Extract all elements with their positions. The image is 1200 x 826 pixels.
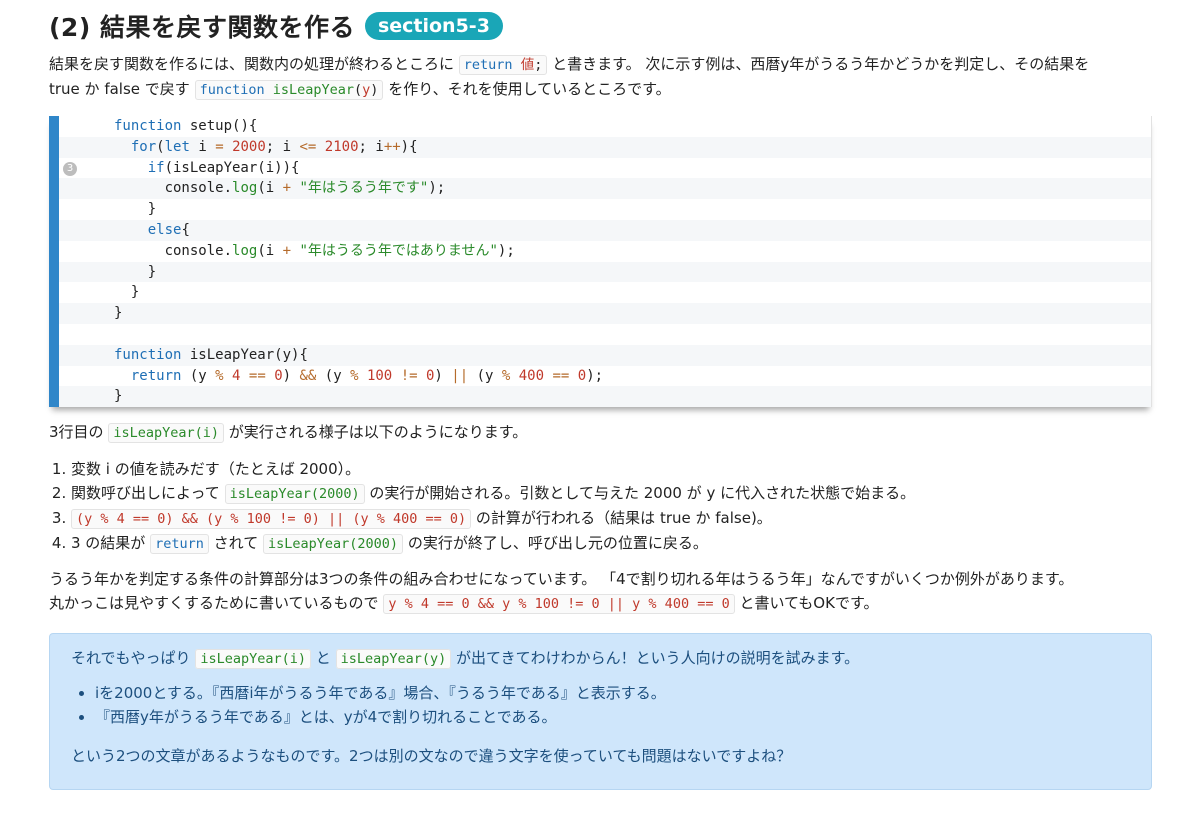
heading-row: (2) 結果を戻す関数を作る section5-3 [49, 9, 1152, 43]
code-line: } [59, 303, 1151, 324]
info-intro: それでもやっぱり isLeapYear(i) と isLeapYear(y) が… [71, 649, 860, 670]
inline-code-call: isLeapYear(2000) [263, 534, 404, 555]
code-line: 3 if(isLeapYear(i)){ [59, 158, 1151, 179]
code-line: console.log(i + "年はうるう年ではありません"); [114, 242, 515, 259]
code-line: function setup(){ [114, 118, 258, 134]
intro-text-3: true か false で戻す [49, 80, 190, 98]
steps-list: 変数 i の値を読みだす（たとえば 2000）。 関数呼び出しによって isLe… [49, 457, 1152, 556]
code-line: } [114, 201, 157, 218]
step-item: (y % 4 == 0) && (y % 100 != 0) || (y % 4… [71, 506, 1152, 531]
intro-paragraph: 結果を戻す関数を作るには、関数内の処理が終わるところに return 値; と書… [49, 52, 1152, 102]
article: (2) 結果を戻す関数を作る section5-3 結果を戻す関数を作るには、関… [0, 9, 1200, 791]
code-line: } [114, 284, 140, 301]
inline-code-call: isLeapYear(i) [108, 423, 224, 444]
inline-code-function: function isLeapYear(y) [194, 80, 384, 100]
code-line: function isLeapYear(y){ [59, 344, 1151, 366]
code-line: console.log(i + "年はうるう年です"); [59, 178, 1151, 200]
info-bullets: iを2000とする。『西暦i年がうるう年である』場合、『うるう年である』と表示す… [71, 681, 1129, 729]
inline-code-call: isLeapYear(2000) [224, 484, 365, 505]
inline-code-return: return [150, 534, 209, 555]
explanation-text-3: と書いてもOKです。 [739, 594, 879, 613]
inline-code-expression: y % 4 == 0 && y % 100 != 0 || y % 400 ==… [383, 594, 735, 615]
explanation-paragraph: うるう年かを判定する条件の計算部分は3つの条件の組み合わせになっています。 「4… [49, 567, 1152, 616]
intro-text-4: を作り、それを使用しているところです。 [388, 80, 671, 98]
section-title: (2) 結果を戻す関数を作る [49, 13, 355, 42]
after-text-2: が実行される様子は以下のようになります。 [228, 423, 528, 442]
explanation-text-1: うるう年かを判定する条件の計算部分は3つの条件の組み合わせになっています。 「4… [49, 570, 1074, 589]
step-item: 変数 i の値を読みだす（たとえば 2000）。 [71, 457, 1152, 481]
code-line: } [59, 386, 1151, 408]
inline-code-call: isLeapYear(i) [195, 649, 312, 670]
code-block: function setup(){ for(let i = 2000; i <=… [49, 116, 1152, 408]
step-item: 3 の結果が return されて isLeapYear(2000) の実行が終… [71, 531, 1152, 556]
intro-text-2: と書きます。 次に示す例は、西暦y年がうるう年かどうかを判定し、その結果を [552, 55, 1090, 73]
intro-text-1: 結果を戻す関数を作るには、関数内の処理が終わるところに [49, 55, 455, 73]
line-number-badge: 3 [63, 161, 77, 176]
info-bullet: 『西暦y年がうるう年である』とは、yが4で割り切れることである。 [95, 705, 1129, 729]
inline-code-expression: (y % 4 == 0) && (y % 100 != 0) || (y % 4… [71, 509, 472, 530]
info-box: それでもやっぱり isLeapYear(i) と isLeapYear(y) が… [49, 633, 1152, 791]
step-item: 関数呼び出しによって isLeapYear(2000) の実行が開始される。引数… [71, 481, 1152, 506]
explanation-text-2: 丸かっこは見やすくするために書いているもので [49, 594, 379, 613]
section-badge: section5-3 [364, 12, 503, 40]
code-line: else{ [59, 219, 1151, 241]
code-line: for(let i = 2000; i <= 2100; i++){ [59, 136, 1151, 158]
code-line: return (y % 4 == 0) && (y % 100 != 0) ||… [130, 367, 604, 384]
code-line: } [59, 261, 1151, 283]
after-code-paragraph: 3行目の isLeapYear(i) が実行される様子は以下のようになります。 [49, 420, 1152, 445]
inline-code-call: isLeapYear(y) [335, 649, 452, 670]
after-text-1: 3行目の [49, 423, 104, 442]
info-bullet: iを2000とする。『西暦i年がうるう年である』場合、『うるう年である』と表示す… [95, 681, 1129, 705]
info-conclusion: という2つの文章があるようなものです。2つは別の文なので違う文字を使っていても問… [71, 747, 792, 766]
inline-code-return: return 値; [458, 55, 548, 75]
